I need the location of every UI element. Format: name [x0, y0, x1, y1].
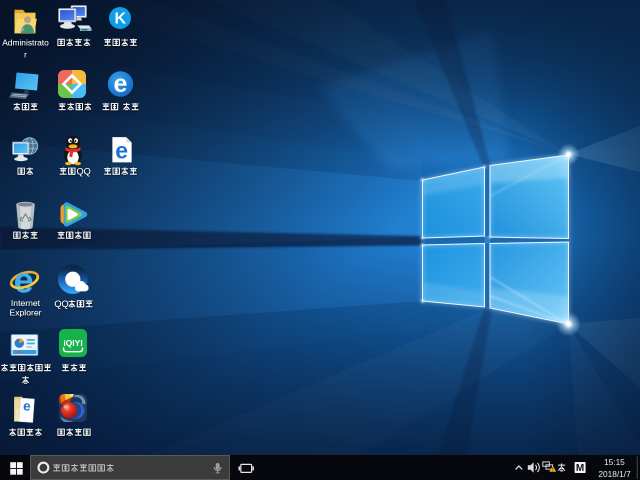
svg-text:QQ: QQ: [54, 299, 68, 309]
svg-text:15:15: 15:15: [604, 457, 625, 467]
svg-text:iQIYI: iQIYI: [63, 338, 82, 348]
svg-text:K: K: [115, 11, 127, 28]
svg-text:Administrato: Administrato: [2, 37, 49, 47]
svg-text:e: e: [14, 260, 34, 301]
svg-text:M: M: [576, 463, 584, 474]
svg-text:e: e: [115, 138, 128, 164]
svg-text:e: e: [114, 70, 128, 98]
svg-text:Explorer: Explorer: [10, 307, 42, 317]
svg-text:r: r: [24, 50, 27, 60]
svg-text:2018/1/7: 2018/1/7: [598, 469, 631, 479]
svg-text:QQ: QQ: [77, 167, 91, 177]
